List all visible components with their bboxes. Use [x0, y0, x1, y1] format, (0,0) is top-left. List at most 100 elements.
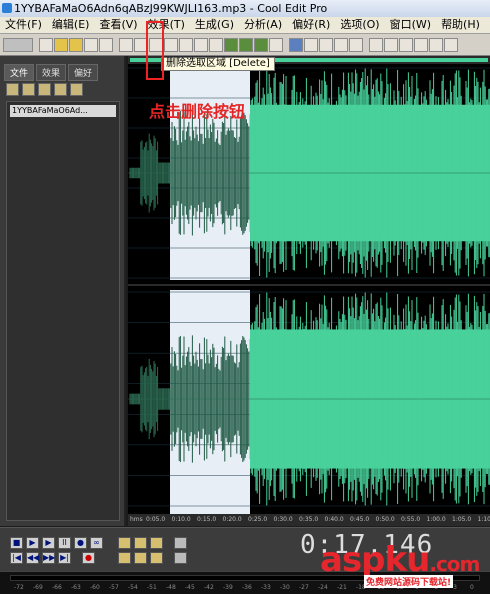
menu-window[interactable]: 窗口(W): [385, 17, 436, 33]
ruler-tick: 0:35.0: [299, 516, 319, 523]
menu-generate[interactable]: 生成(G): [190, 17, 239, 33]
fast-forward-button[interactable]: ▶▶: [42, 552, 55, 564]
highlight-box: [146, 21, 164, 80]
save-icon[interactable]: [84, 37, 98, 52]
paste-new-icon[interactable]: [224, 37, 238, 52]
meter-tick: -42: [204, 584, 214, 591]
new-file-icon[interactable]: [39, 37, 53, 52]
file-list-item[interactable]: 1YYBAFaMaO6Ad...: [10, 105, 116, 117]
layout-icon[interactable]: [399, 37, 413, 52]
zoom-vertical-out-icon[interactable]: [174, 552, 187, 564]
trim-icon[interactable]: [254, 37, 268, 52]
meter-tick: -51: [147, 584, 157, 591]
ruler-tick: 0:50.0: [375, 516, 395, 523]
markers-icon[interactable]: [319, 37, 333, 52]
ruler-tick: 1:00.0: [426, 516, 446, 523]
close-file-icon[interactable]: [22, 83, 35, 96]
rewind-button[interactable]: ◀◀: [26, 552, 39, 564]
stop-button[interactable]: ■: [10, 537, 23, 549]
region-icon[interactable]: [334, 37, 348, 52]
ruler-tick: 0:25.0: [248, 516, 268, 523]
meter-tick: -45: [185, 584, 195, 591]
zoom-vertical-in-icon[interactable]: [174, 537, 187, 549]
ruler-tick: 0:40.0: [324, 516, 344, 523]
menu-file[interactable]: 文件(F): [0, 17, 47, 33]
ruler-tick: 1:10.0: [477, 516, 490, 523]
play-button[interactable]: ▶: [26, 537, 39, 549]
edit-tool-icon[interactable]: [289, 37, 303, 52]
watermark-suffix: .com: [429, 552, 480, 576]
settings-icon[interactable]: [444, 37, 458, 52]
undo-icon[interactable]: [119, 37, 133, 52]
meter-tick: -33: [261, 584, 271, 591]
window-title: 1YYBAFaMaO6Adn6qABzJ99KWJLI163.mp3 - Coo…: [14, 2, 328, 15]
waveform-display[interactable]: [128, 56, 490, 514]
zoom-full-icon[interactable]: [150, 537, 163, 549]
watermark-main: aspku: [320, 540, 430, 580]
insert-icon[interactable]: [38, 83, 51, 96]
meter-tick: -60: [90, 584, 100, 591]
meter-tick: -27: [299, 584, 309, 591]
meter-tick: -39: [223, 584, 233, 591]
meter-tick: -72: [14, 584, 24, 591]
file-list: 1YYBAFaMaO6Ad...: [6, 101, 120, 521]
meter-tick: -30: [280, 584, 290, 591]
toolbar: [0, 34, 490, 56]
ruler-tick: 0:15.0: [197, 516, 217, 523]
zoom-right-icon[interactable]: [150, 552, 163, 564]
play-to-end-button[interactable]: ▶: [42, 537, 55, 549]
tab-favorites[interactable]: 偏好: [68, 64, 99, 81]
ruler-tick: 0:05.0: [146, 516, 166, 523]
pause-button[interactable]: II: [58, 537, 71, 549]
meter-tick: 0: [470, 584, 474, 591]
play-from-cursor-button[interactable]: ●: [74, 537, 87, 549]
paste-icon[interactable]: [209, 37, 223, 52]
menu-edit[interactable]: 编辑(E): [47, 17, 95, 33]
silence-icon[interactable]: [269, 37, 283, 52]
play-file-icon[interactable]: [54, 83, 67, 96]
zoom-left-icon[interactable]: [134, 552, 147, 564]
ruler-tick: 0:55.0: [401, 516, 421, 523]
ruler-tick: 0:30.0: [273, 516, 293, 523]
spectral-icon[interactable]: [349, 37, 363, 52]
cut-icon[interactable]: [194, 37, 208, 52]
zoom-selection-icon[interactable]: [118, 552, 131, 564]
ruler-tick: 1:05.0: [452, 516, 472, 523]
save-as-icon[interactable]: [99, 37, 113, 52]
menu-help[interactable]: 帮助(H): [436, 17, 485, 33]
meter-tick: -69: [33, 584, 43, 591]
mixer-icon[interactable]: [429, 37, 443, 52]
menu-analyze[interactable]: 分析(A): [239, 17, 287, 33]
open-file-icon[interactable]: [6, 83, 19, 96]
panel-icon[interactable]: [414, 37, 428, 52]
open-append-icon[interactable]: [69, 37, 83, 52]
organizer-panel: 文件 效果 偏好 1YYBAFaMaO6Ad...: [0, 56, 126, 526]
menu-options[interactable]: 选项(O): [335, 17, 384, 33]
toggle-view-icon[interactable]: [3, 37, 33, 52]
menu-view[interactable]: 查看(V): [94, 17, 142, 33]
mix-paste-icon[interactable]: [239, 37, 253, 52]
annotation-text: 点击删除按钮: [149, 102, 246, 121]
zoom-in-icon[interactable]: [118, 537, 131, 549]
copy-new-icon[interactable]: [179, 37, 193, 52]
menu-favorites[interactable]: 偏好(R): [287, 17, 335, 33]
ruler-tick: 0:45.0: [350, 516, 370, 523]
go-to-end-button[interactable]: ▶|: [58, 552, 71, 564]
window-cascade-icon[interactable]: [384, 37, 398, 52]
open-folder-icon[interactable]: [54, 37, 68, 52]
meter-tick: -36: [242, 584, 252, 591]
tab-effects[interactable]: 效果: [36, 64, 67, 81]
loop-button[interactable]: ∞: [90, 537, 103, 549]
window-tile-icon[interactable]: [369, 37, 383, 52]
ruler-tick: 0:10.0: [171, 516, 191, 523]
record-button[interactable]: ●: [82, 552, 95, 564]
go-to-start-button[interactable]: |◀: [10, 552, 23, 564]
copy-icon[interactable]: [164, 37, 178, 52]
edit-file-icon[interactable]: [70, 83, 83, 96]
snap-icon[interactable]: [304, 37, 318, 52]
watermark-subtitle: 免费网站源码下载站!: [364, 575, 454, 588]
meter-tick: -21: [337, 584, 347, 591]
zoom-out-icon[interactable]: [134, 537, 147, 549]
waveform-svg[interactable]: [128, 56, 490, 514]
tab-files[interactable]: 文件: [4, 64, 35, 81]
